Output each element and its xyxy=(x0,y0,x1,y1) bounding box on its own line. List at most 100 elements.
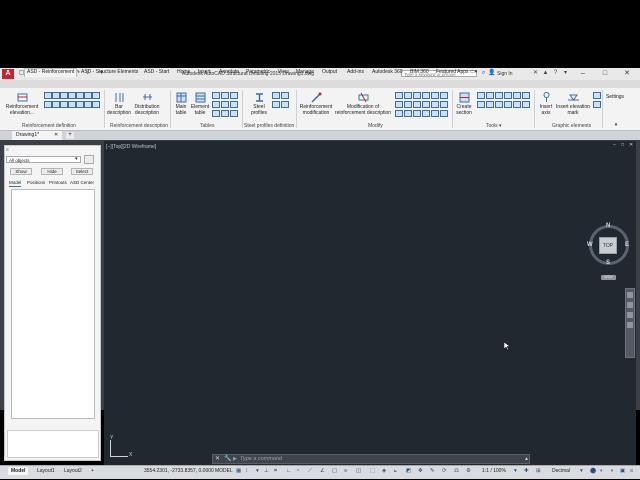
zoom-icon[interactable] xyxy=(627,312,633,318)
table-update-icon[interactable] xyxy=(221,101,229,108)
layout-tab-layout2[interactable]: Layout2 xyxy=(61,467,85,475)
modify-scale-icon[interactable] xyxy=(431,92,439,99)
annotation-scale-readout[interactable]: 1:1 / 100% xyxy=(482,468,506,474)
ribbon-minimize-icon[interactable]: ▭▾ xyxy=(470,69,477,76)
profile-view-icon[interactable] xyxy=(281,101,289,108)
modify-erase-icon[interactable] xyxy=(395,110,403,117)
sign-in-link[interactable]: Sign In xyxy=(497,71,513,77)
modify-align-icon[interactable] xyxy=(431,110,439,117)
snap-icon[interactable]: ⁞ xyxy=(246,468,248,475)
panel-tab-asd-center[interactable]: ASD Center xyxy=(70,180,94,186)
command-line-customize-icon[interactable]: 🔧 xyxy=(224,454,231,464)
steering-wheel-icon[interactable] xyxy=(627,292,633,298)
spacer-icon[interactable] xyxy=(76,101,84,108)
tab-output[interactable]: Output xyxy=(322,69,337,76)
orbit-icon[interactable] xyxy=(627,322,633,328)
modification-reinforcement-description-button[interactable]: Modification of reinforcement descriptio… xyxy=(334,92,392,116)
drawing-viewport[interactable] xyxy=(104,141,636,465)
modify-mirror-icon[interactable] xyxy=(413,92,421,99)
object-filter-select[interactable]: All objects xyxy=(6,156,81,163)
command-history-icon[interactable]: ▲ xyxy=(524,454,529,464)
table-export-icon[interactable] xyxy=(230,101,238,108)
viewport-controls-label[interactable]: [−][Top][2D Wireframe] xyxy=(106,144,156,150)
main-table-button[interactable]: Main table xyxy=(172,92,190,116)
object-snap-icon[interactable]: ▢ xyxy=(332,468,337,475)
coordinates-readout[interactable]: 3554.2301, -2733.8357, 0.0000 xyxy=(144,468,214,474)
rebar-point-icon[interactable] xyxy=(68,92,76,99)
tab-featured-apps[interactable]: Featured Apps xyxy=(436,69,469,76)
scale-dropdown-icon[interactable]: ▾ xyxy=(514,468,517,475)
rebar-distribution-icon[interactable] xyxy=(52,92,60,99)
anchor-icon[interactable] xyxy=(92,101,100,108)
search-icon[interactable]: ⌕ xyxy=(480,70,487,77)
panel-tab-printouts[interactable]: Printouts xyxy=(49,180,67,186)
workspace-icon[interactable]: ⚙ xyxy=(466,468,471,475)
help-dropdown-icon[interactable]: ▾ xyxy=(562,70,569,77)
tab-bim-360[interactable]: BIM 360 xyxy=(410,69,429,76)
distribution-description-button[interactable]: Distribution description xyxy=(132,92,162,116)
modify-properties-icon[interactable] xyxy=(440,110,448,117)
wcs-menu-button[interactable]: WCS xyxy=(601,275,616,280)
layout-tab-layout1[interactable]: Layout1 xyxy=(34,467,58,475)
rebar-icon[interactable] xyxy=(44,92,52,99)
viewcube-top-face[interactable]: TOP xyxy=(599,237,617,254)
tab-annotate[interactable]: Annotate xyxy=(219,69,239,76)
table-filter-icon[interactable] xyxy=(212,110,220,117)
infer-constraints-icon[interactable]: ⊥ xyxy=(264,468,269,475)
add-layout-button[interactable]: + xyxy=(88,467,97,475)
hook-icon[interactable] xyxy=(60,101,68,108)
modify-break-icon[interactable] xyxy=(413,101,421,108)
tools-view-icon[interactable] xyxy=(504,101,512,108)
table-style-icon[interactable] xyxy=(221,110,229,117)
tools-layer-icon[interactable] xyxy=(504,92,512,99)
profile-add-icon[interactable] xyxy=(272,92,280,99)
tab-asd-start[interactable]: ASD - Start xyxy=(144,69,169,76)
panel-tab-positions[interactable]: Positions xyxy=(27,180,45,186)
snap-dropdown-icon[interactable]: ▾ xyxy=(256,468,259,475)
tab-autodesk-360[interactable]: Autodesk 360 xyxy=(372,69,403,76)
modify-join-icon[interactable] xyxy=(422,101,430,108)
modify-stretch-icon[interactable] xyxy=(440,92,448,99)
tab-insert[interactable]: Insert xyxy=(198,69,211,76)
lock-ui-icon[interactable]: ◐ xyxy=(600,468,603,475)
table-edit-icon[interactable] xyxy=(212,101,220,108)
hide-button[interactable]: Hide xyxy=(41,168,63,175)
insert-axis-button[interactable]: Insert axis xyxy=(536,92,556,116)
stirrup-icon[interactable] xyxy=(44,101,52,108)
modify-rotate-icon[interactable] xyxy=(422,92,430,99)
polar-icon[interactable]: ◔ xyxy=(296,468,299,475)
exchange-apps-icon[interactable]: ✕ xyxy=(532,70,539,77)
rebar-line-icon[interactable] xyxy=(76,92,84,99)
tools-calc-icon[interactable] xyxy=(486,92,494,99)
stay-connected-icon[interactable]: ▲ xyxy=(542,70,549,77)
modify-array-icon[interactable] xyxy=(431,101,439,108)
isodraft-icon[interactable]: ⟋ xyxy=(308,468,312,475)
filter-icon[interactable] xyxy=(84,155,94,164)
graphic-symbol-icon[interactable] xyxy=(593,101,601,108)
tools-info-icon[interactable] xyxy=(522,101,530,108)
create-section-button[interactable]: Create section xyxy=(454,92,474,116)
tools-check-icon[interactable] xyxy=(513,92,521,99)
rebar-surface-icon[interactable] xyxy=(84,92,92,99)
panel-tools[interactable]: Tools ▾ xyxy=(486,123,502,129)
units-readout[interactable]: Decimal xyxy=(552,468,570,474)
lineweight-icon[interactable]: ≡ xyxy=(344,468,347,475)
tools-weight-icon[interactable] xyxy=(495,92,503,99)
maximize-button[interactable]: □ xyxy=(598,69,612,79)
model-space-toggle[interactable]: MODEL xyxy=(215,468,233,474)
element-table-button[interactable]: Element table xyxy=(190,92,210,116)
rebar-area-icon[interactable] xyxy=(92,92,100,99)
clean-screen-icon[interactable]: ▣ xyxy=(620,468,625,475)
compass-south-label[interactable]: S xyxy=(606,260,610,266)
modify-move-icon[interactable] xyxy=(395,92,403,99)
reinforcement-modification-button[interactable]: Reinforcement modification xyxy=(298,92,334,116)
isolate-objects-icon[interactable]: ◑ xyxy=(610,468,613,475)
new-drawing-tab-button[interactable]: + xyxy=(66,132,74,139)
modify-extend-icon[interactable] xyxy=(404,101,412,108)
command-input[interactable]: Type a command xyxy=(240,454,282,464)
transparency-icon[interactable]: ◫ xyxy=(356,468,361,475)
tab-asd-reinforcement[interactable]: ASD - Reinforcement xyxy=(24,68,78,77)
modify-trim-icon[interactable] xyxy=(395,101,403,108)
object-properties-area[interactable] xyxy=(7,430,99,458)
table-steel-icon[interactable] xyxy=(230,92,238,99)
